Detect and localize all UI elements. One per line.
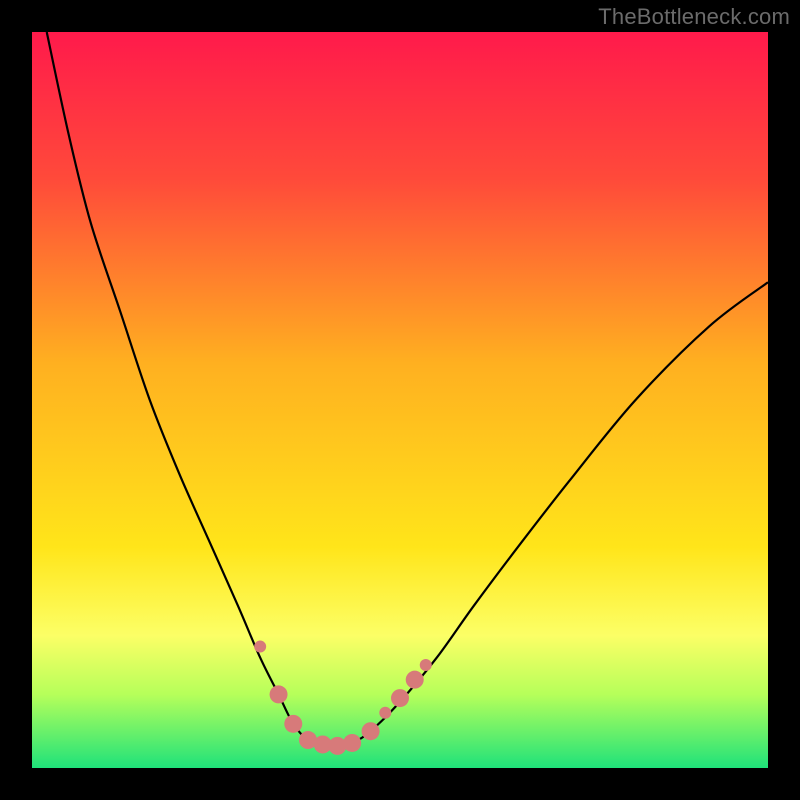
curve-marker [284,715,302,733]
plot-background [32,32,768,768]
bottleneck-chart [0,0,800,800]
curve-marker [391,689,409,707]
curve-marker [254,641,266,653]
chart-stage: TheBottleneck.com [0,0,800,800]
watermark-text: TheBottleneck.com [598,4,790,30]
curve-marker [270,685,288,703]
curve-marker [420,659,432,671]
curve-marker [343,734,361,752]
curve-marker [379,707,391,719]
curve-marker [406,671,424,689]
curve-marker [362,722,380,740]
